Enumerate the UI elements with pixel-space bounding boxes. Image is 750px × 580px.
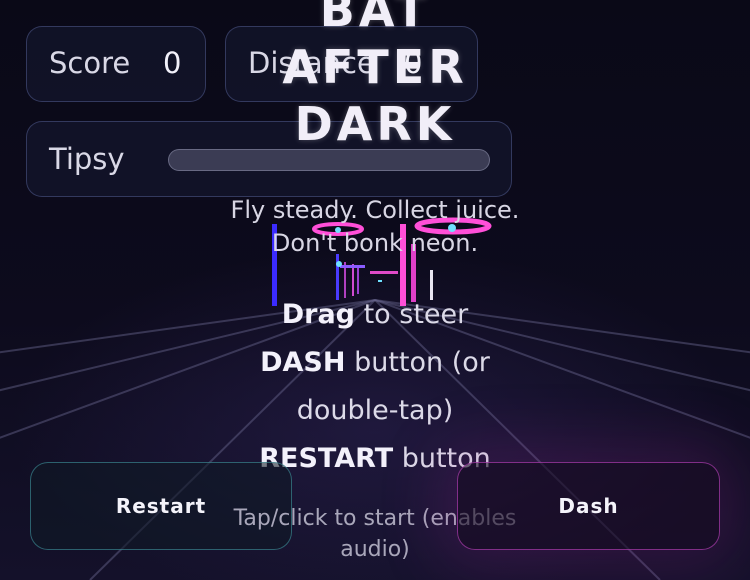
instruction-drag: Drag to steer	[225, 291, 525, 339]
instruction-key: DASH	[260, 347, 346, 378]
neon-bar-obstacle	[340, 265, 365, 268]
neon-bar-obstacle	[370, 271, 398, 274]
game-stage[interactable]: Score 0 Distance 0 Tipsy BAT AFTER DARK …	[0, 0, 750, 580]
title-line: BAT	[319, 0, 431, 37]
dash-button[interactable]: Dash	[457, 462, 720, 550]
tagline: Fly steady. Collect juice. Don't bonk ne…	[230, 196, 520, 257]
instruction-key: Drag	[281, 299, 355, 330]
instruction-dash: DASH button (or double-tap)	[225, 339, 525, 435]
instruction-text: to steer	[363, 299, 469, 330]
title-line: DARK	[294, 97, 456, 151]
title-line: AFTER	[282, 40, 468, 94]
juice-drop	[336, 261, 342, 267]
game-title: BAT AFTER DARK	[0, 0, 750, 153]
instructions: Drag to steer DASH button (or double-tap…	[225, 291, 525, 483]
neon-bar-obstacle	[378, 280, 382, 282]
